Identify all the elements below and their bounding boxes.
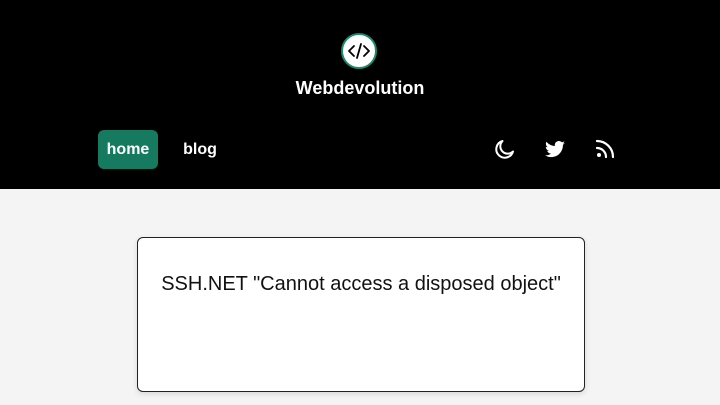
post-title[interactable]: SSH.NET "Cannot access a disposed object… <box>138 273 584 296</box>
site-title[interactable]: Webdevolution <box>0 78 720 99</box>
moon-icon <box>495 140 514 159</box>
rss-icon <box>595 139 615 159</box>
rss-link[interactable] <box>590 134 620 164</box>
site-logo[interactable] <box>341 33 377 69</box>
dark-mode-toggle[interactable] <box>490 134 520 164</box>
site-header: Webdevolution home blog <box>0 0 720 189</box>
post-card[interactable]: SSH.NET "Cannot access a disposed object… <box>137 237 585 392</box>
nav-item-home[interactable]: home <box>98 130 158 169</box>
twitter-icon <box>544 141 565 158</box>
twitter-link[interactable] <box>540 134 570 164</box>
nav-item-blog[interactable]: blog <box>176 130 224 169</box>
code-brackets-icon <box>348 43 370 59</box>
